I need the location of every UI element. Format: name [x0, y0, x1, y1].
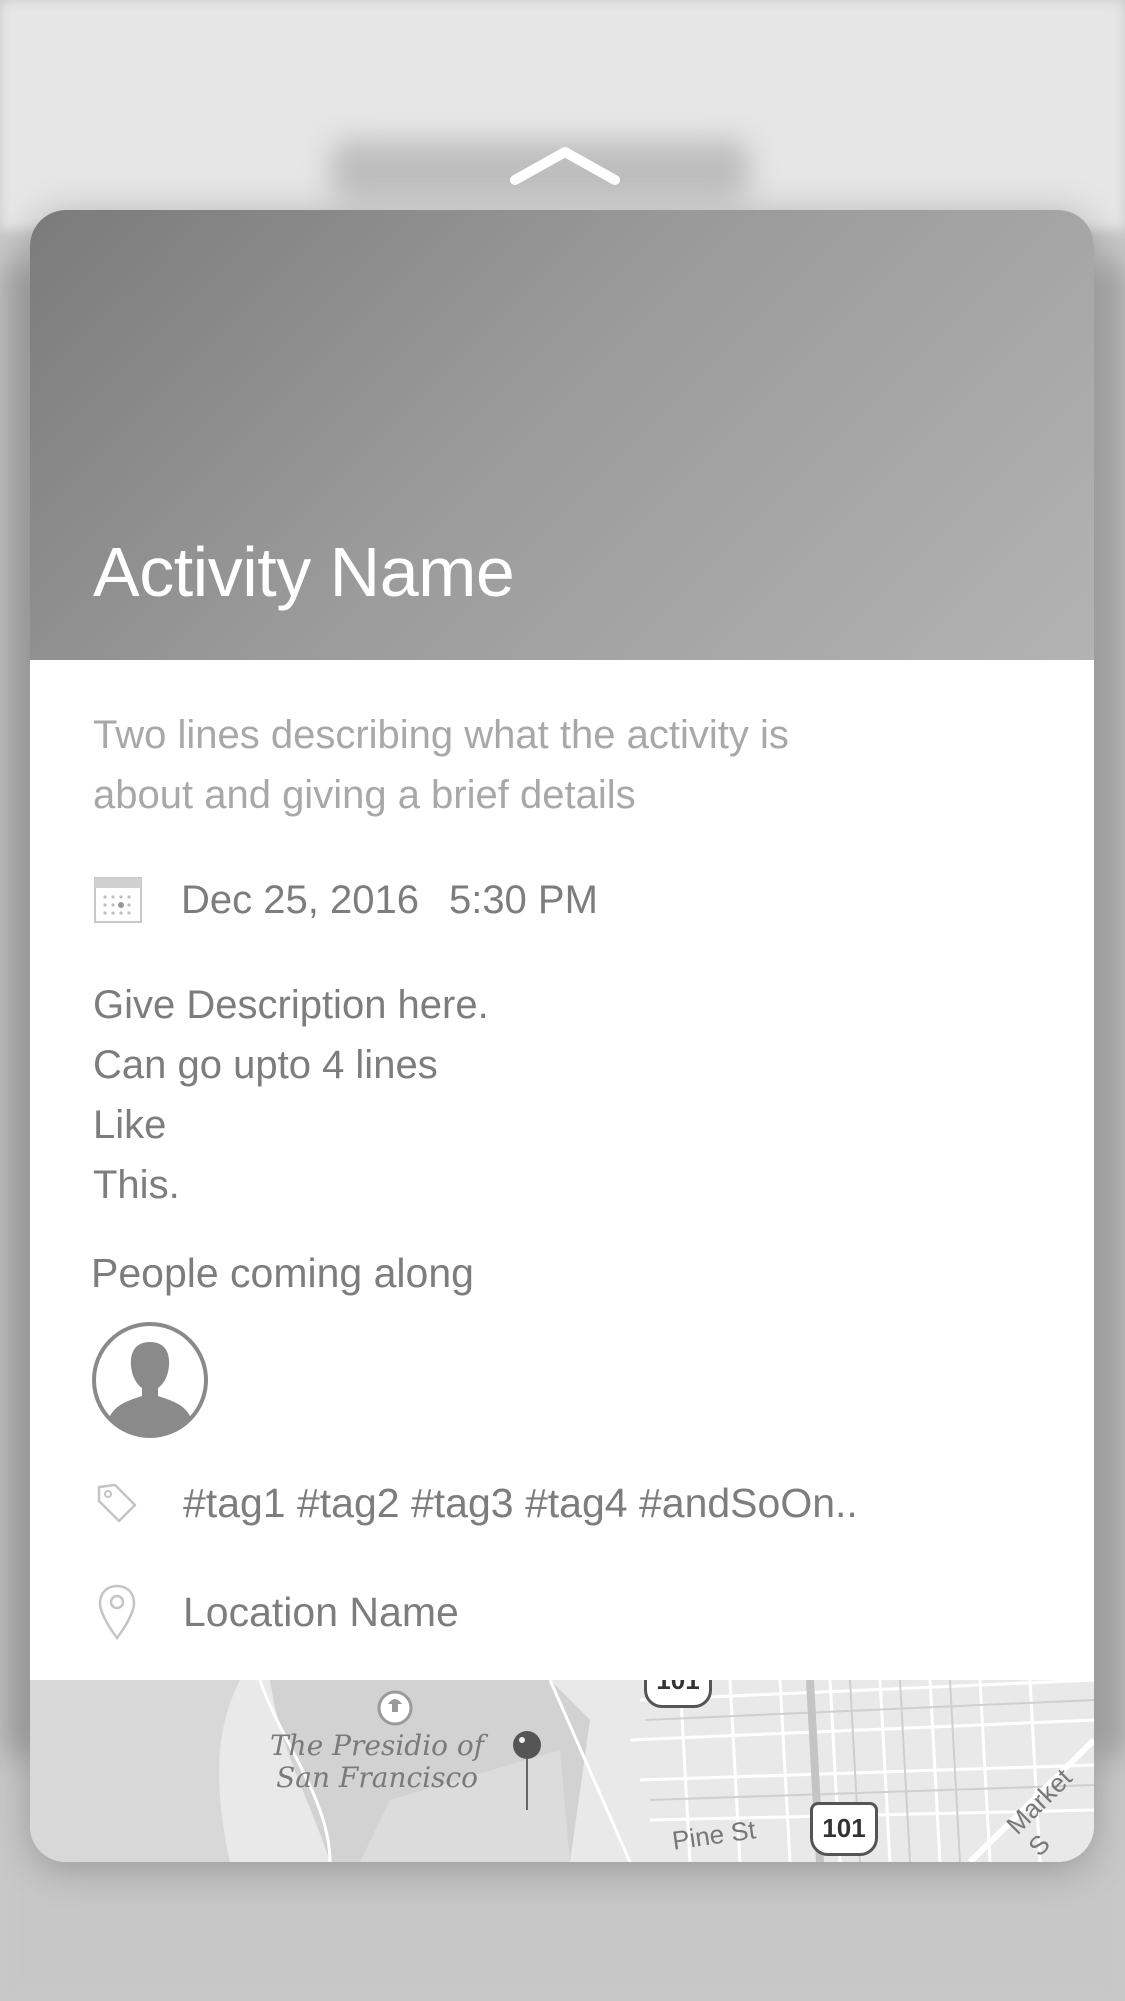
map-place-line: San Francisco — [276, 1761, 479, 1794]
highway-shield: 101 — [644, 1680, 712, 1708]
activity-summary: Two lines describing what the activity i… — [93, 705, 913, 825]
tags-row: #tag1 #tag2 #tag3 #tag4 #andSoOn.. — [95, 1468, 858, 1538]
description-line: Like — [93, 1103, 167, 1147]
map-background — [30, 1680, 1094, 1862]
background-blob — [1090, 260, 1125, 1760]
calendar-icon — [94, 877, 142, 923]
tag-icon — [97, 1483, 137, 1523]
activity-header-image: Activity Name — [30, 210, 1094, 660]
description-line: Can go upto 4 lines — [93, 1043, 438, 1087]
background-footer — [0, 1860, 1125, 2001]
description-line: This. — [93, 1163, 180, 1207]
activity-card: Activity Name Two lines describing what … — [30, 210, 1094, 1862]
location-map[interactable]: The Presidio of San Francisco Pine St Ma… — [30, 1680, 1094, 1862]
date-row: Dec 25, 2016 5:30 PM — [93, 865, 628, 935]
summary-line: Two lines describing what the activity i… — [93, 713, 789, 757]
location-pin-icon — [98, 1584, 136, 1641]
summary-line: about and giving a brief details — [93, 773, 636, 817]
activity-description: Give Description here. Can go upto 4 lin… — [93, 975, 489, 1215]
event-date: Dec 25, 2016 — [181, 877, 419, 922]
location-name[interactable]: Location Name — [183, 1589, 459, 1636]
map-place-label: The Presidio of San Francisco — [270, 1730, 484, 1794]
people-coming-label: People coming along — [91, 1250, 474, 1296]
highway-shield: 101 — [810, 1802, 878, 1856]
chevron-up-icon[interactable] — [510, 140, 620, 190]
event-time: 5:30 PM — [448, 877, 598, 922]
map-place-line: The Presidio of — [270, 1729, 485, 1762]
person-avatar-icon[interactable] — [90, 1320, 210, 1440]
description-line: Give Description here. — [93, 983, 489, 1027]
tags-list[interactable]: #tag1 #tag2 #tag3 #tag4 #andSoOn.. — [183, 1480, 858, 1527]
location-row: Location Name — [95, 1572, 459, 1652]
activity-title: Activity Name — [93, 533, 515, 611]
date-time: Dec 25, 2016 5:30 PM — [181, 878, 628, 923]
